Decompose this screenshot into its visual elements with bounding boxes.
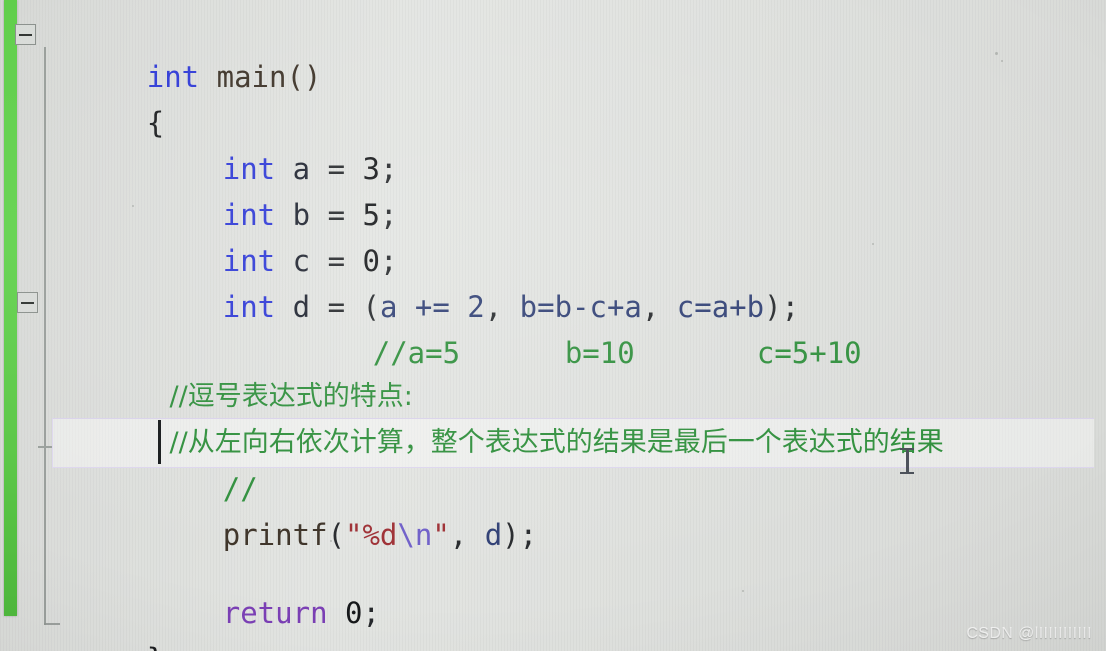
code-line-13[interactable]: return 0; [118,544,1106,630]
code-line-9[interactable]: //从左向右依次计算，整个表达式的结果是最后一个表达式的结果 [118,374,1106,458]
code-line-10[interactable]: // [118,420,1106,506]
code-line-14[interactable]: } [42,590,1106,651]
code-line-4[interactable]: int b = 5; [118,146,1106,232]
code-line-5[interactable]: int c = 0; [118,192,1106,278]
code-line-8[interactable]: //逗号表达式的特点: [118,328,1106,412]
text-caret [158,420,161,464]
code-line-3[interactable]: int a = 3; [118,100,1106,186]
code-line-6[interactable]: int d = (a += 2, b=b-c+a, c=a+b); [118,238,1106,324]
code-line-11[interactable]: printf("%d\n", d); [118,466,1106,552]
code-area[interactable]: int main() { int a = 3; int b = 5; int c… [0,0,1106,651]
editor-screenshot: int main() { int a = 3; int b = 5; int c… [0,0,1106,651]
brace-close: } [147,642,164,651]
csdn-watermark: CSDN @lIIIIIIIIIII [966,625,1092,642]
code-line-1[interactable]: int main() [42,8,1106,94]
code-line-7[interactable]: //a=5 b=10 c=5+10 [268,284,1106,370]
code-line-2[interactable]: { [42,54,1106,140]
i-beam-pointer-icon [900,446,914,476]
